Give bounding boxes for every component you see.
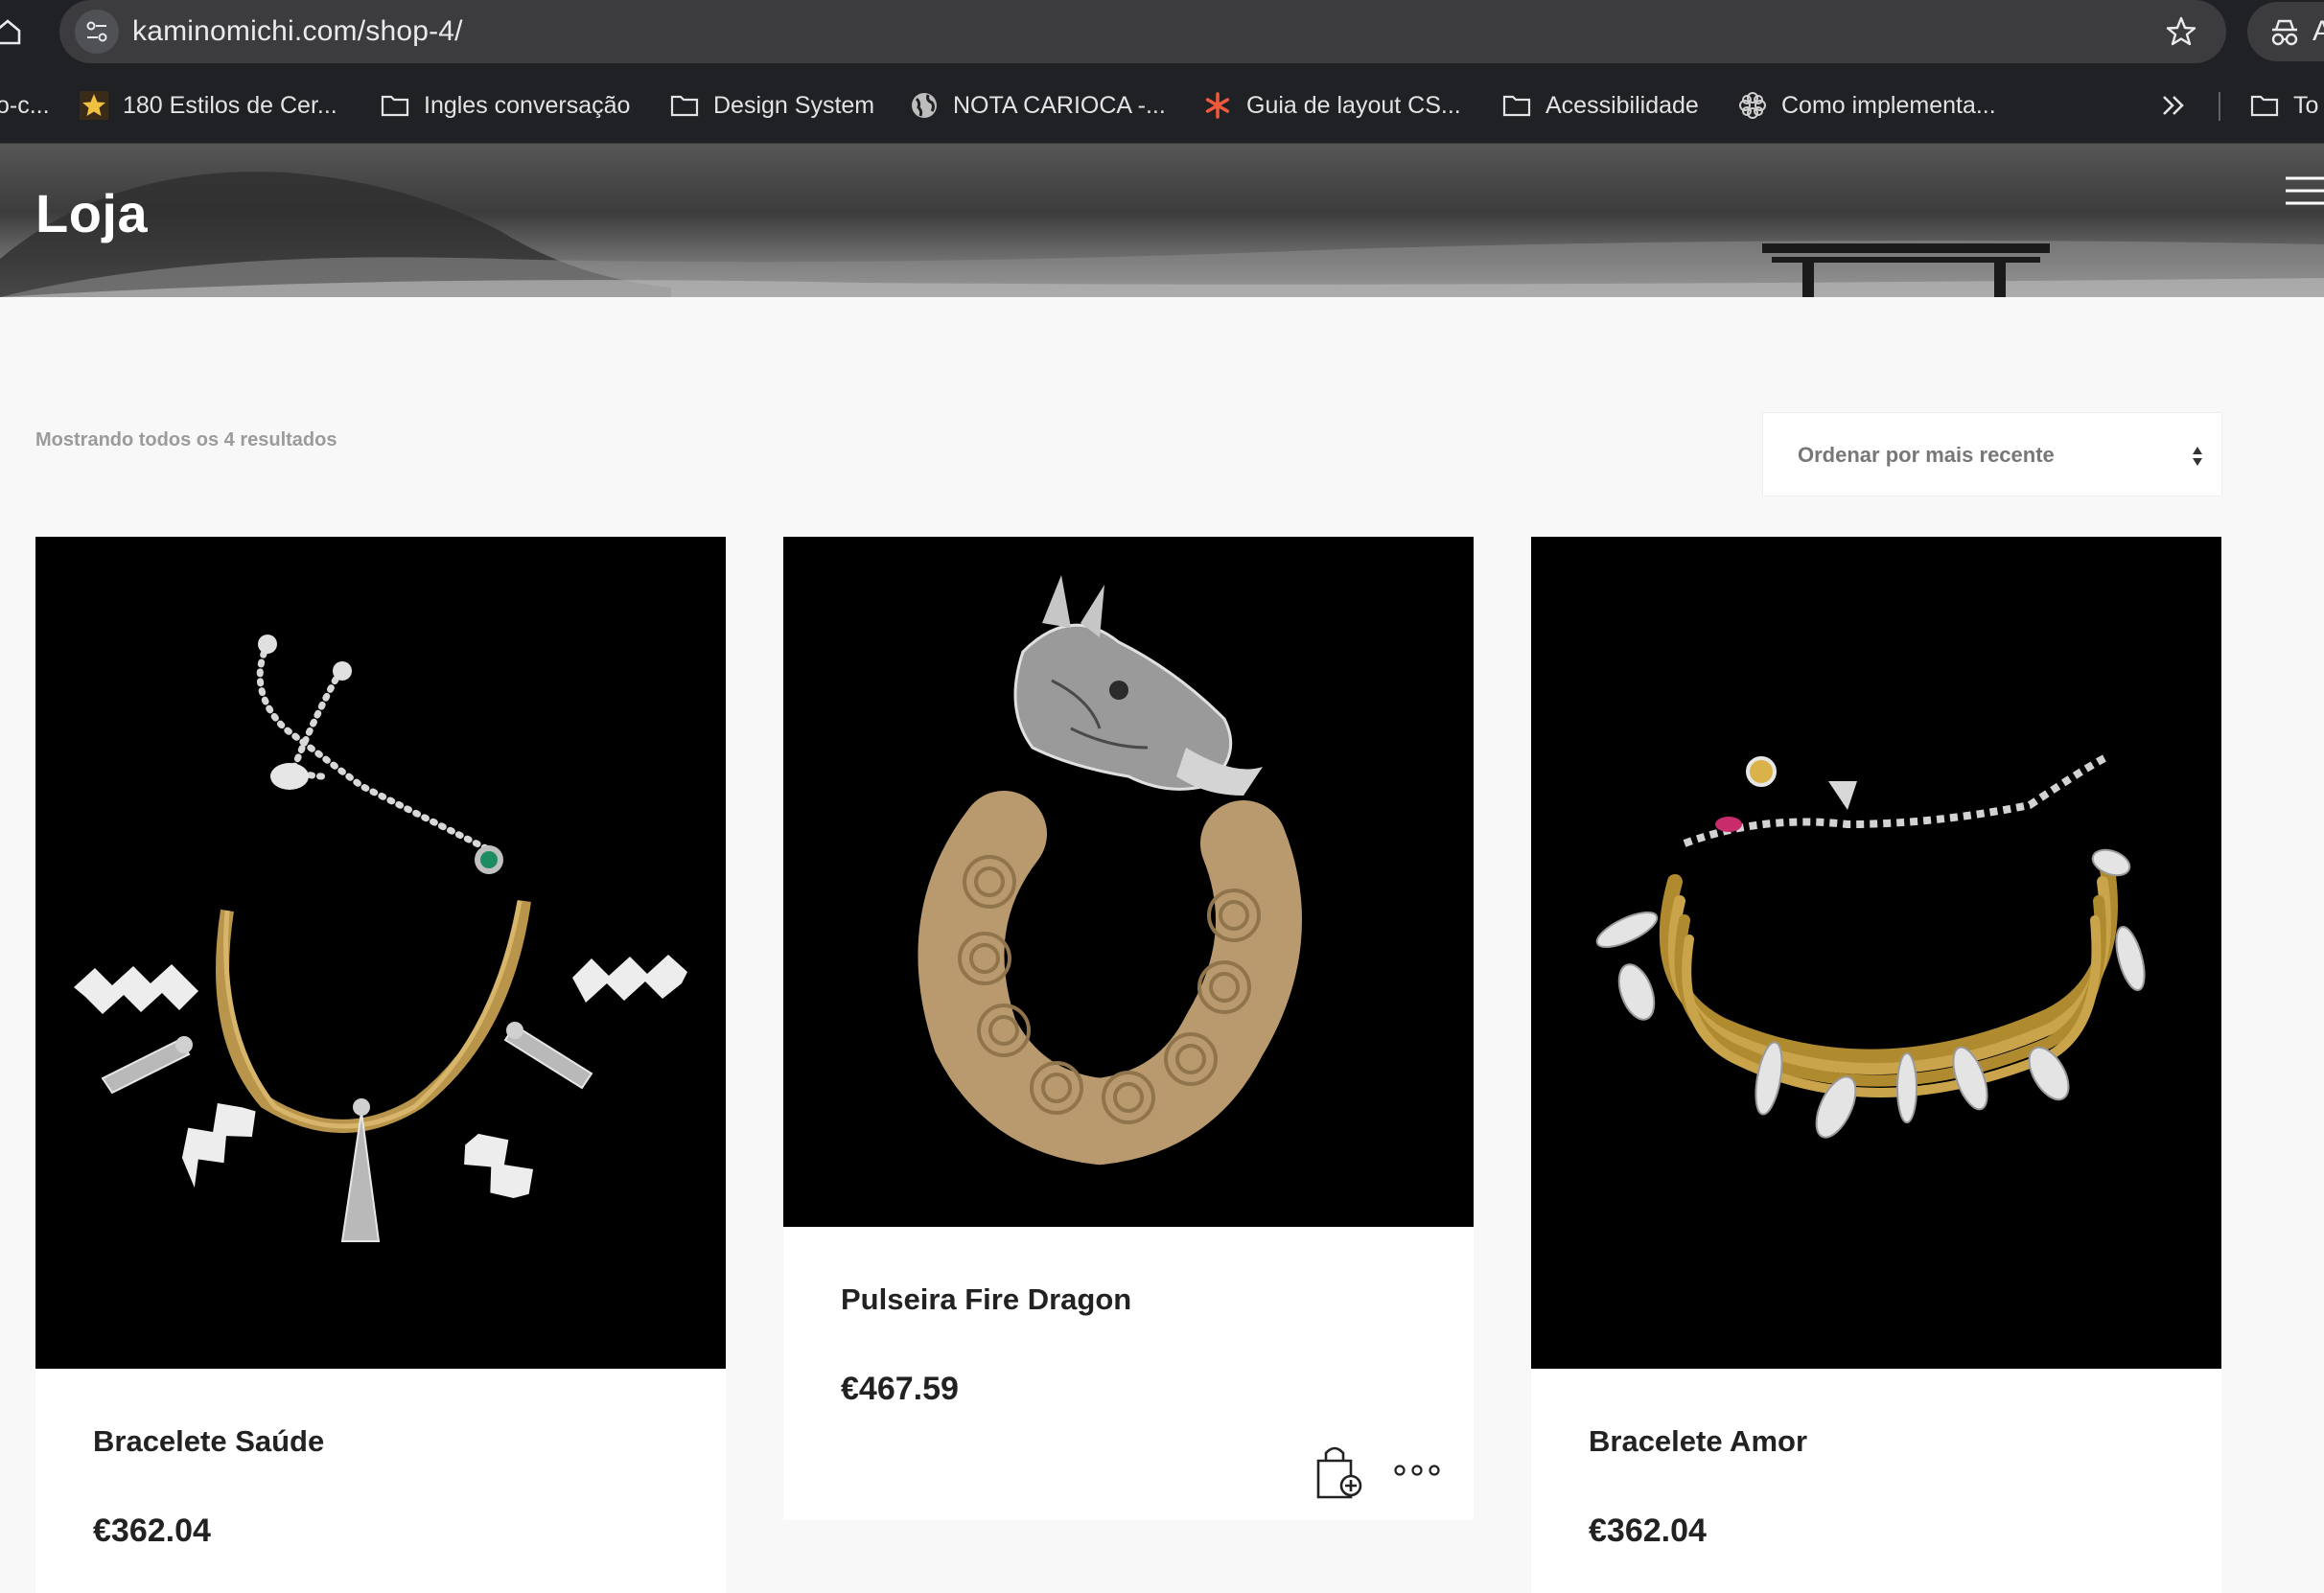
profile-button[interactable]: A — [2247, 2, 2324, 61]
bookmark-item[interactable]: o-c... — [0, 86, 50, 125]
page-title: Loja — [35, 183, 149, 243]
product-image[interactable] — [35, 537, 726, 1369]
bookmark-label: Como implementa... — [1781, 91, 1996, 119]
product-image[interactable] — [783, 537, 1474, 1227]
bookmark-folder[interactable]: Ingles conversação — [380, 86, 630, 125]
bookmark-label: o-c... — [0, 91, 50, 119]
folder-icon — [381, 95, 409, 117]
bookmark-folder[interactable]: To — [2249, 86, 2318, 125]
browser-toolbar: kaminomichi.com/shop-4/ A — [0, 0, 2324, 65]
bookmark-folder[interactable]: Acessibilidade — [1501, 86, 1699, 125]
hamburger-menu-icon[interactable] — [2282, 173, 2324, 209]
bracelet-health-image — [74, 635, 687, 1242]
result-count: Mostrando todos os 4 resultados — [35, 429, 337, 450]
asterisk-favicon-icon — [1205, 92, 1230, 119]
product-price: €467.59 — [841, 1371, 959, 1407]
folder-icon — [1502, 95, 1531, 117]
bookmark-label: NOTA CARIOCA -... — [953, 91, 1166, 119]
bookmark-item[interactable]: 180 Estilos de Cer... — [79, 86, 337, 125]
bookmarks-bar: o-c... 180 Estilos de Cer... Ingles conv… — [0, 65, 2324, 144]
bookmark-item[interactable]: NOTA CARIOCA -... — [909, 86, 1166, 125]
hero-banner: Loja — [0, 144, 2324, 297]
product-name[interactable]: Pulseira Fire Dragon — [841, 1282, 1131, 1317]
product-card[interactable]: Bracelete Amor €362.04 — [1531, 537, 2221, 1593]
sort-selected-value: Ordenar por mais recente — [1798, 443, 2055, 467]
bookmark-label: To — [2293, 91, 2319, 119]
product-price: €362.04 — [1589, 1512, 1707, 1549]
bookmark-label: Acessibilidade — [1545, 91, 1699, 119]
bookmark-separator — [2219, 92, 2220, 121]
select-arrows-icon — [2193, 447, 2202, 466]
incognito-icon — [2271, 19, 2298, 46]
chevron-double-right-icon[interactable] — [2161, 94, 2186, 117]
product-name[interactable]: Bracelete Amor — [1589, 1424, 1807, 1459]
bookmark-label: Guia de layout CS... — [1246, 91, 1461, 119]
profile-initial: A — [2312, 15, 2324, 47]
landscape-background-image — [0, 172, 2324, 297]
folder-icon — [670, 95, 699, 117]
product-price: €362.04 — [93, 1512, 211, 1549]
sort-select[interactable]: Ordenar por mais recente — [1762, 412, 2222, 496]
home-icon[interactable] — [0, 17, 29, 46]
address-bar[interactable]: kaminomichi.com/shop-4/ — [59, 0, 2226, 63]
product-card[interactable]: Pulseira Fire Dragon €467.59 — [783, 537, 1474, 1520]
bookmark-item[interactable]: Guia de layout CS... — [1202, 86, 1461, 125]
bracelet-love-image — [1595, 753, 2146, 1139]
bookmark-star-icon[interactable] — [2165, 15, 2197, 48]
product-name[interactable]: Bracelete Saúde — [93, 1424, 324, 1459]
bookmark-folder[interactable]: Design System — [669, 86, 874, 125]
bookmark-item[interactable]: Como implementa... — [1737, 86, 1996, 125]
bookmark-label: 180 Estilos de Cer... — [123, 91, 337, 119]
url-text[interactable]: kaminomichi.com/shop-4/ — [132, 15, 463, 48]
product-card[interactable]: Bracelete Saúde €362.04 — [35, 537, 726, 1593]
globe-icon — [912, 93, 937, 118]
bookmark-label: Design System — [713, 91, 875, 119]
flower-favicon-icon — [1739, 92, 1766, 119]
bookmark-label: Ingles conversação — [424, 91, 631, 119]
tune-icon — [86, 21, 107, 42]
more-options-icon[interactable] — [1393, 1461, 1441, 1480]
product-image[interactable] — [1531, 537, 2221, 1369]
site-info-button[interactable] — [75, 10, 119, 54]
folder-icon — [2250, 95, 2279, 117]
fire-dragon-bracelet-image — [918, 575, 1302, 1166]
star-favicon-icon — [80, 91, 108, 120]
add-to-cart-icon[interactable] — [1314, 1443, 1364, 1501]
